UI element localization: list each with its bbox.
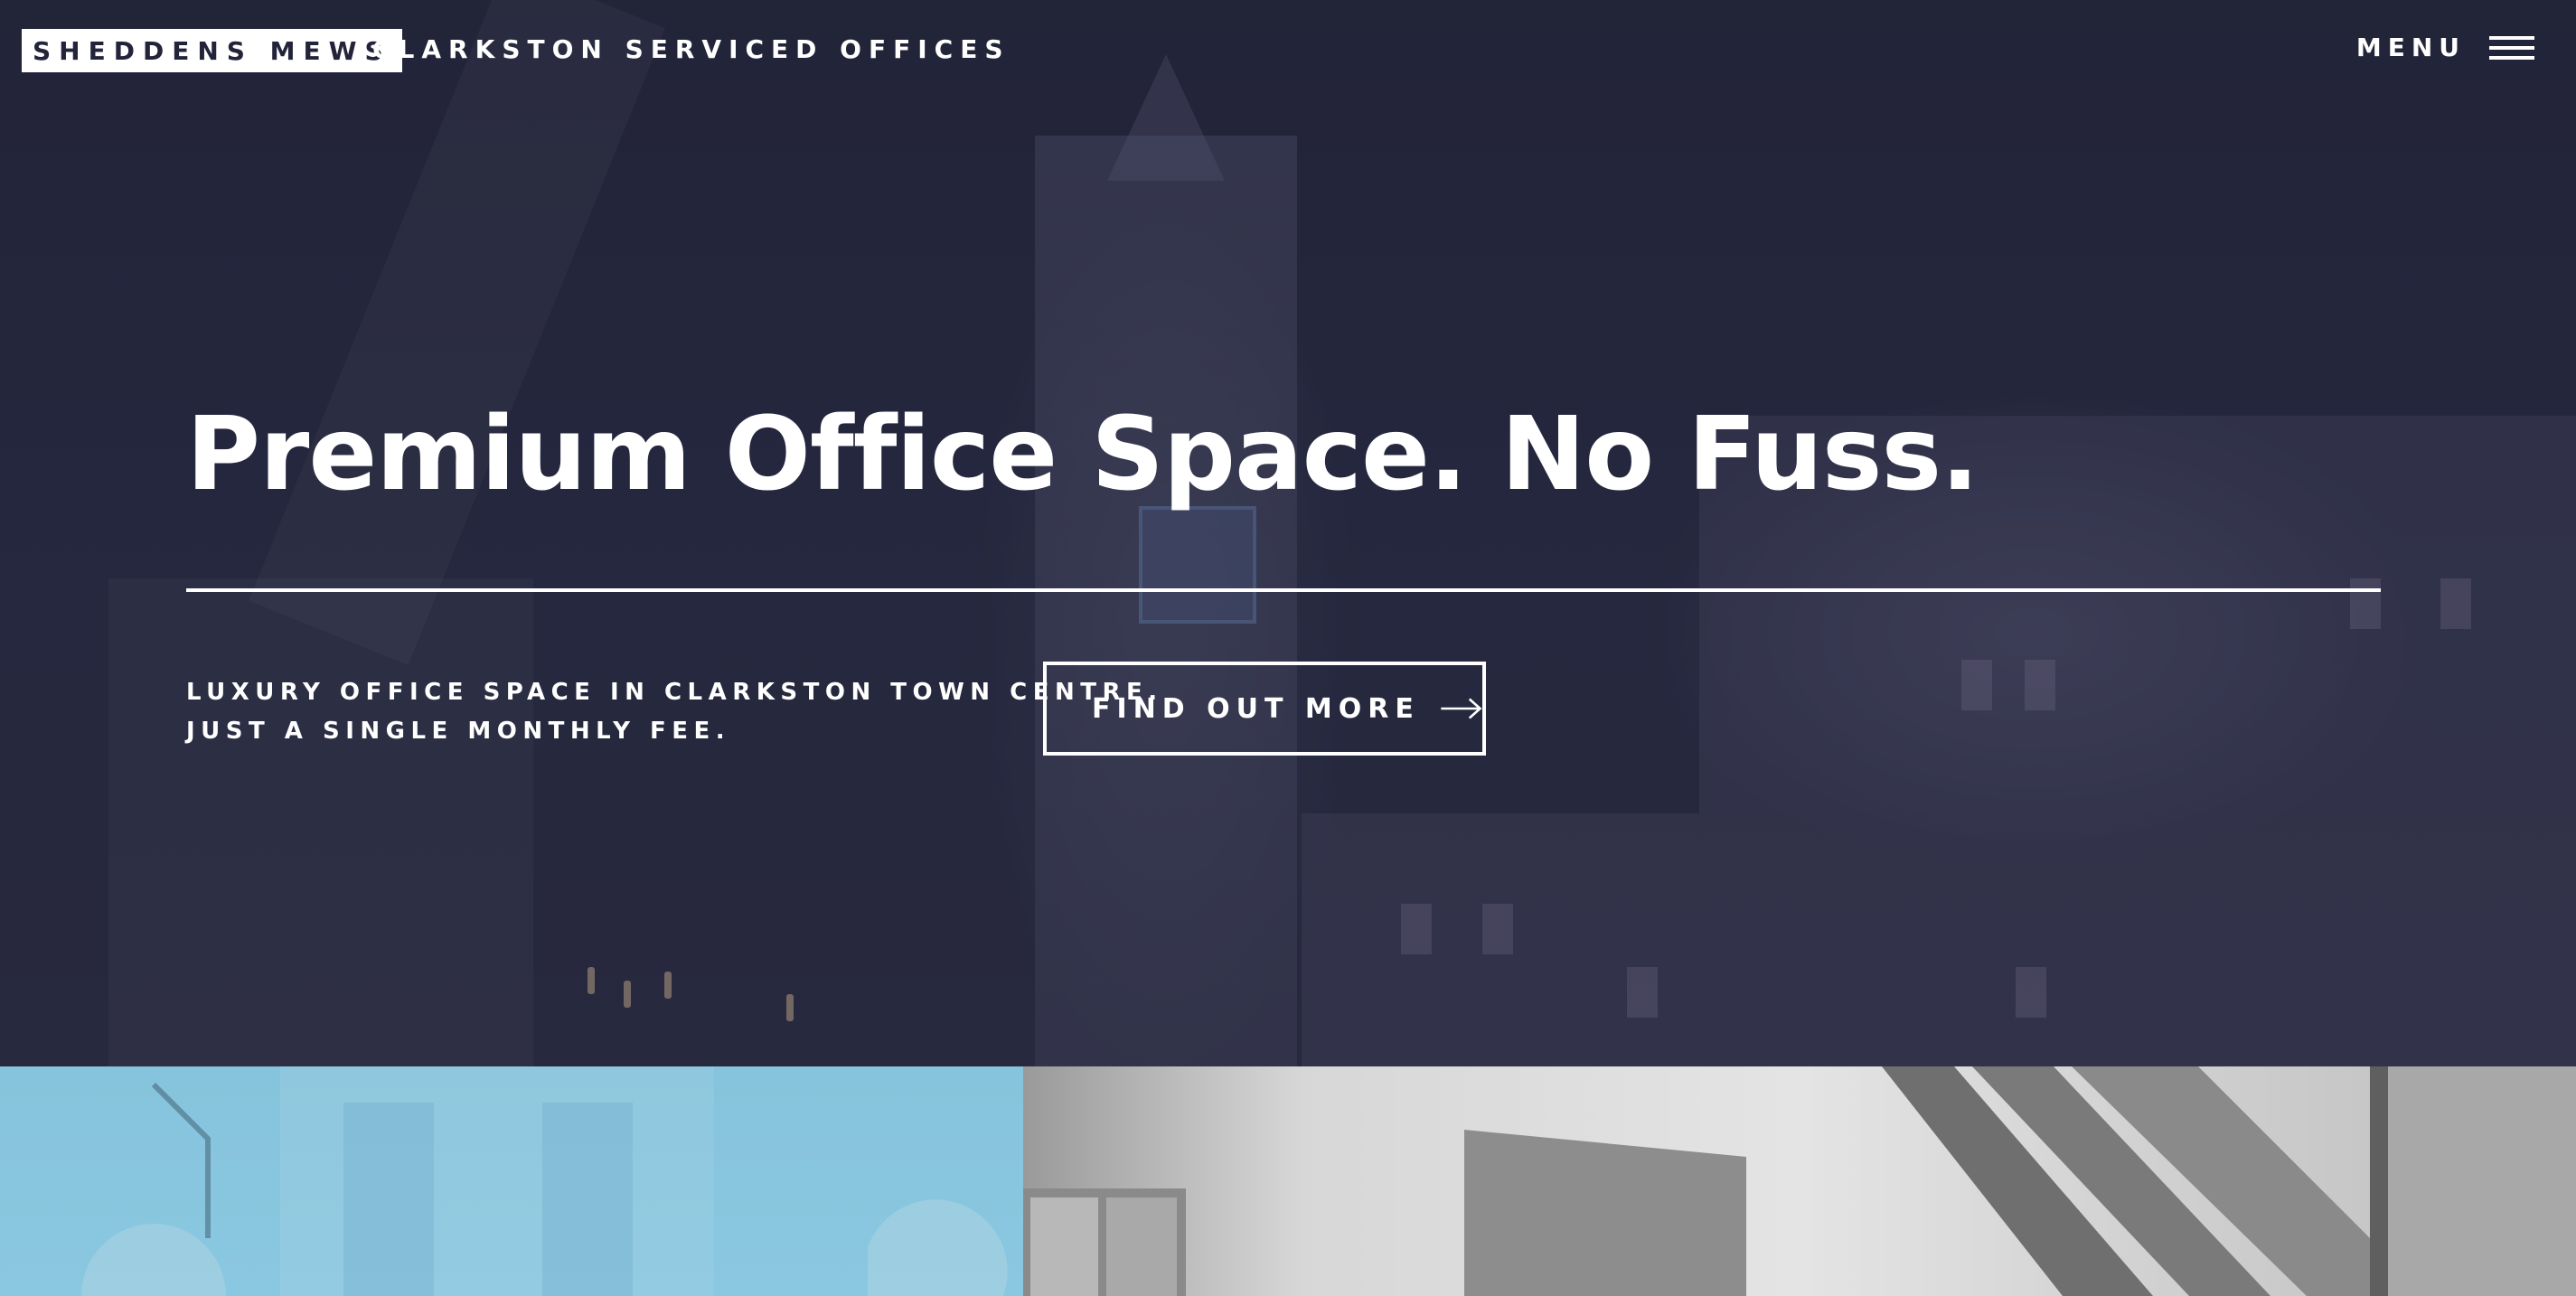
- hero-divider: [186, 588, 2381, 592]
- hero-subtext: LUXURY OFFICE SPACE IN CLARKSTON TOWN CE…: [186, 673, 1163, 751]
- site-tagline: CLARKSTON SERVICED OFFICES: [372, 34, 1011, 64]
- menu-label: MENU: [2355, 33, 2466, 62]
- find-out-more-button[interactable]: FIND OUT MORE: [1043, 662, 1486, 756]
- logo-text: SHEDDENS MEWS: [33, 35, 391, 66]
- cta-label: FIND OUT MORE: [1092, 692, 1420, 725]
- feature-panel-interior[interactable]: [1023, 1066, 2576, 1296]
- office-interior-image: [1023, 1066, 2576, 1296]
- hamburger-icon: [2489, 35, 2534, 60]
- arrow-right-icon: [1441, 698, 1482, 719]
- hero-subtext-line: LUXURY OFFICE SPACE IN CLARKSTON TOWN CE…: [186, 679, 1163, 706]
- building-exterior-image: [81, 1066, 1008, 1296]
- hero-section: [0, 0, 2576, 1066]
- site-logo[interactable]: SHEDDENS MEWS: [22, 29, 402, 72]
- hero-overlay: [0, 0, 2576, 1066]
- hero-subtext-line: JUST A SINGLE MONTHLY FEE.: [186, 718, 731, 745]
- hero-headline: Premium Office Space. No Fuss.: [186, 396, 1979, 513]
- feature-panel-exterior[interactable]: [0, 1066, 1023, 1296]
- menu-button[interactable]: MENU: [2356, 33, 2534, 62]
